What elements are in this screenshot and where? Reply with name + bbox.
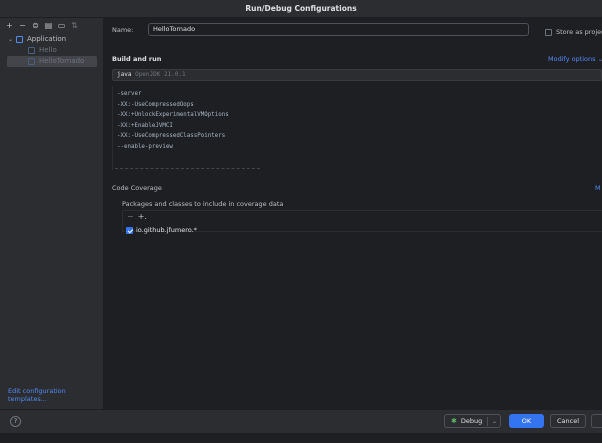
vm-option-line: --enable-preview (117, 143, 173, 150)
name-field[interactable]: HelloTornado (148, 23, 529, 36)
chevron-down-icon[interactable]: ⌄ (8, 34, 16, 45)
remove-icon[interactable]: − (17, 20, 28, 30)
add-icon[interactable]: + (4, 20, 15, 30)
store-label: Store as project file (556, 28, 602, 36)
modify-options-label: Modify options (548, 55, 596, 63)
divider (487, 417, 488, 426)
tree-item-hellotornado[interactable]: HelloTornado (7, 56, 97, 67)
checkbox[interactable] (126, 226, 133, 234)
remove-icon[interactable]: − (127, 212, 134, 221)
debug-button[interactable]: ✱ Debug ⌄ (444, 414, 501, 428)
jre-keyword: java (117, 71, 132, 78)
config-form: Name: HelloTornado Store as project file… (105, 18, 602, 409)
application-icon (16, 36, 23, 43)
jre-field[interactable]: java OpenJDK 21.0.1 (112, 69, 602, 81)
packages-toolbar: − +. (123, 211, 602, 222)
checkbox[interactable] (545, 28, 552, 36)
window-title: Run/Debug Configurations (0, 0, 602, 18)
folder-icon[interactable]: ▭ (56, 20, 67, 30)
code-coverage-title: Code Coverage (112, 184, 162, 192)
chevron-down-icon: ⌄ (597, 55, 602, 63)
cancel-button[interactable]: Cancel (550, 414, 586, 428)
application-icon (28, 47, 35, 54)
apply-button[interactable] (591, 414, 602, 428)
sort-icon[interactable]: ⇅ (69, 20, 80, 30)
add-icon[interactable]: +. (138, 212, 147, 221)
save-icon[interactable]: ▤ (43, 20, 54, 30)
tree-item-hello[interactable]: Hello (0, 45, 103, 56)
coverage-more-link[interactable]: M (595, 184, 601, 192)
jre-version: OpenJDK 21.0.1 (135, 71, 186, 78)
build-run-title: Build and run (112, 55, 162, 63)
vm-option-line: -XX:+UnlockExperimentalVMOptions (117, 112, 229, 118)
dialog-footer: ? ✱ Debug ⌄ OK Cancel (0, 409, 602, 433)
config-sidebar: + − ⊜ ▤ ▭ ⇅ ⌄ Application Hello HelloTor… (0, 18, 104, 409)
package-item[interactable]: io.github.jfumero.* (126, 226, 197, 234)
tree-item-label: Application (27, 35, 67, 43)
divider (115, 168, 260, 169)
debug-label: Debug (460, 417, 483, 425)
packages-panel: − +. io.github.jfumero.* (122, 210, 602, 234)
tree-item-label: HelloTornado (39, 57, 85, 65)
vm-option-line: -XX:-UseCompressedClassPointers (117, 133, 226, 139)
modify-options-link[interactable]: Modify options ⌄ (548, 55, 602, 63)
sidebar-toolbar: + − ⊜ ▤ ▭ ⇅ (0, 18, 103, 32)
chevron-down-icon[interactable]: ⌄ (492, 418, 497, 425)
bug-icon: ✱ (451, 417, 457, 425)
store-as-project-checkbox[interactable]: Store as project file (545, 28, 602, 36)
name-row: Name: HelloTornado (112, 23, 529, 36)
package-pattern: io.github.jfumero.* (136, 226, 197, 234)
copy-icon[interactable]: ⊜ (30, 20, 41, 30)
vm-option-line: -server (117, 91, 142, 97)
packages-label: Packages and classes to include in cover… (122, 200, 284, 208)
vm-options-field[interactable]: -server -XX:-UseCompressedOops -XX:+Unlo… (112, 86, 602, 170)
vm-option-line: -XX:+EnableJVMCI (117, 122, 173, 129)
vm-option-line: -XX:-UseCompressedOops (117, 101, 194, 108)
edit-templates-link[interactable]: Edit configuration templates... (8, 387, 103, 403)
application-icon (28, 58, 35, 65)
tree-item-application[interactable]: ⌄ Application (0, 34, 103, 45)
name-label: Name: (112, 26, 134, 34)
taskbar-strip (0, 433, 602, 443)
ok-button[interactable]: OK (509, 414, 544, 428)
tree-item-label: Hello (39, 46, 57, 54)
config-tree: ⌄ Application Hello HelloTornado (0, 34, 103, 67)
help-icon[interactable]: ? (10, 416, 21, 427)
